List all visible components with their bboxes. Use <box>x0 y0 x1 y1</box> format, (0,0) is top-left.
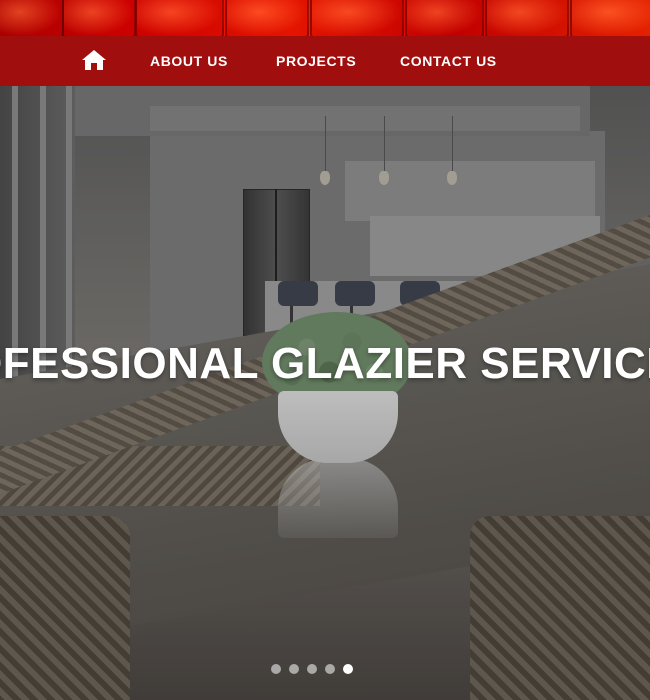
top-banner-strip <box>0 0 650 36</box>
main-nav: ABOUT US PROJECTS CONTACT US <box>0 36 650 86</box>
glass-tile <box>135 0 224 36</box>
glass-tile <box>570 0 650 36</box>
glass-tile <box>62 0 136 36</box>
nav-link-projects[interactable]: PROJECTS <box>276 53 356 69</box>
slider-dot[interactable] <box>289 664 299 674</box>
slider-dot[interactable] <box>325 664 335 674</box>
slider-dot-active[interactable] <box>343 664 353 674</box>
glass-tile <box>225 0 309 36</box>
hero-title: OFESSIONAL GLAZIER SERVICE <box>0 339 650 388</box>
glass-tile <box>405 0 484 36</box>
nav-link-contact-us[interactable]: CONTACT US <box>400 53 497 69</box>
nav-link-about-us[interactable]: ABOUT US <box>150 53 228 69</box>
glass-tile <box>0 0 64 36</box>
slider-dot[interactable] <box>271 664 281 674</box>
hero-slider: OFESSIONAL GLAZIER SERVICE <box>0 86 650 700</box>
home-icon[interactable] <box>81 48 107 72</box>
slider-dot[interactable] <box>307 664 317 674</box>
glass-tile <box>310 0 404 36</box>
glass-tile <box>485 0 569 36</box>
